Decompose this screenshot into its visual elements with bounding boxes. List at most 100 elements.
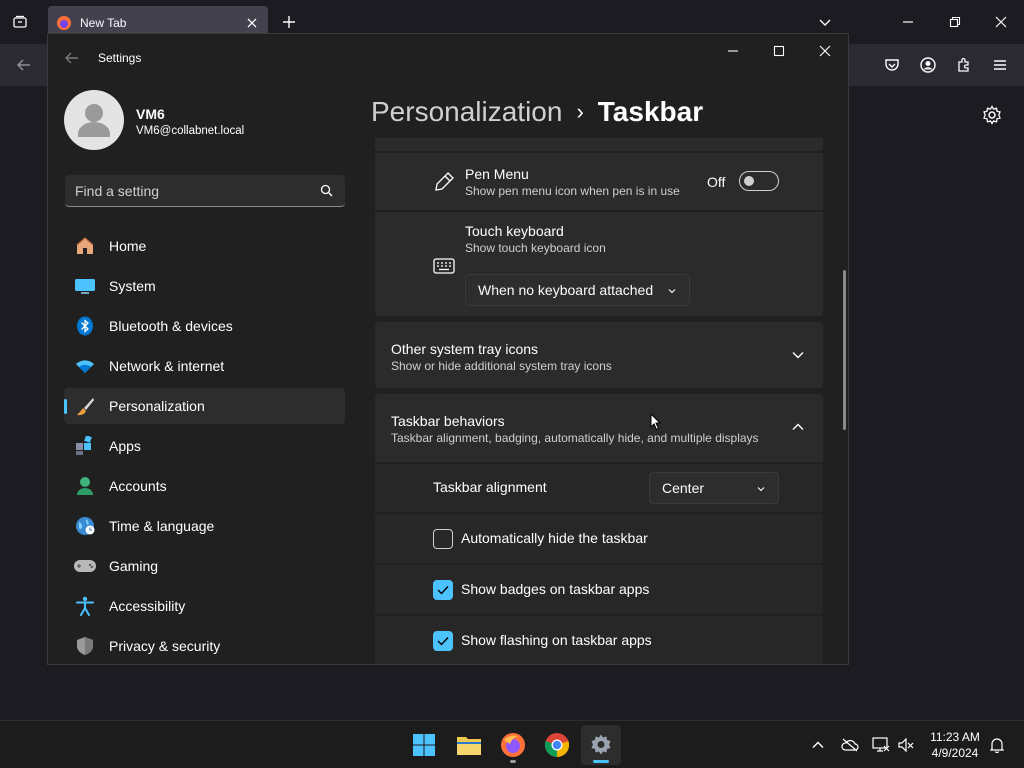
chrome-icon: [544, 733, 570, 758]
taskbar-file-explorer[interactable]: [449, 725, 489, 765]
start-button[interactable]: [404, 725, 444, 765]
browser-restore-button[interactable]: [943, 10, 967, 34]
taskbar-alignment-label: Taskbar alignment: [433, 479, 547, 495]
sidebar-item-label: Network & internet: [109, 358, 225, 374]
touch-keyboard-dropdown[interactable]: When no keyboard attached: [465, 274, 690, 306]
taskbar-firefox[interactable]: [493, 725, 533, 765]
search-icon[interactable]: [320, 184, 333, 197]
pocket-button[interactable]: [880, 53, 904, 77]
behaviors-title: Taskbar behaviors: [391, 413, 505, 429]
maximize-button[interactable]: [756, 36, 802, 66]
extensions-button[interactable]: [952, 53, 976, 77]
running-indicator: [510, 760, 516, 763]
touch-keyboard-value: When no keyboard attached: [478, 282, 654, 298]
badges-checkbox[interactable]: [433, 580, 453, 600]
firefox-icon: [501, 733, 525, 757]
browser-close-button[interactable]: [989, 10, 1013, 34]
other-tray-subtitle: Show or hide additional system tray icon…: [391, 359, 612, 373]
list-all-tabs-button[interactable]: [813, 10, 837, 34]
back-button[interactable]: [12, 53, 36, 77]
close-button[interactable]: [802, 36, 848, 66]
profile-name: VM6: [136, 106, 165, 122]
badges-label: Show badges on taskbar apps: [461, 581, 650, 597]
sidebar-item-label: Privacy & security: [109, 638, 221, 654]
previous-card-edge: [375, 138, 823, 151]
wifi-icon: [74, 355, 96, 377]
sidebar-nav: Home System Bluetooth & devices Network …: [64, 228, 345, 664]
hamburger-menu-icon: [994, 60, 1006, 70]
search-box[interactable]: [65, 175, 345, 207]
touch-keyboard-subtitle: Show touch keyboard icon: [465, 241, 606, 255]
sidebar-item-gaming[interactable]: Gaming: [64, 548, 345, 584]
auto-hide-row: Automatically hide the taskbar: [375, 514, 823, 563]
network-display-icon: [872, 737, 890, 752]
show-hidden-icons-button[interactable]: [808, 735, 828, 755]
accessibility-icon: [74, 595, 96, 617]
cloud-offline-icon: [841, 738, 859, 752]
chevron-down-icon[interactable]: [791, 350, 805, 360]
other-tray-title: Other system tray icons: [391, 341, 539, 357]
gear-icon: [983, 105, 1001, 125]
settings-back-icon[interactable]: [64, 50, 80, 66]
taskbar-alignment-dropdown[interactable]: Center: [649, 472, 779, 504]
minimize-button[interactable]: [710, 36, 756, 66]
taskbar-settings[interactable]: [581, 725, 621, 765]
sidebar-item-accessibility[interactable]: Accessibility: [64, 588, 345, 624]
pen-menu-toggle[interactable]: [739, 171, 779, 191]
clock-date: 4/9/2024: [931, 746, 979, 760]
taskbar-chrome[interactable]: [537, 725, 577, 765]
breadcrumb-parent[interactable]: Personalization: [371, 96, 562, 128]
bluetooth-icon: [74, 315, 96, 337]
chevron-up-icon[interactable]: [791, 422, 805, 432]
checkmark-icon: [437, 637, 449, 646]
tray-volume[interactable]: [896, 735, 916, 755]
auto-hide-checkbox[interactable]: [433, 529, 453, 549]
auto-hide-label: Automatically hide the taskbar: [461, 530, 648, 546]
sidebar-item-system[interactable]: System: [64, 268, 345, 304]
sidebar-item-apps[interactable]: Apps: [64, 428, 345, 464]
sidebar-item-home[interactable]: Home: [64, 228, 345, 264]
pen-menu-subtitle: Show pen menu icon when pen is in use: [465, 184, 680, 198]
account-button[interactable]: [916, 53, 940, 77]
search-input[interactable]: [75, 175, 311, 206]
puzzle-icon: [958, 57, 969, 72]
sidebar-item-personalization[interactable]: Personalization: [64, 388, 345, 424]
restore-icon: [949, 16, 961, 28]
notifications-button[interactable]: [987, 735, 1007, 755]
pen-menu-row: Pen Menu Show pen menu icon when pen is …: [375, 153, 823, 210]
home-icon: [74, 235, 96, 257]
account-icon: [920, 57, 936, 73]
tray-onedrive[interactable]: [840, 735, 860, 755]
title-bar: Settings: [48, 34, 848, 82]
menu-button[interactable]: [988, 53, 1012, 77]
chevron-down-icon: [756, 484, 766, 494]
arrow-left-icon: [16, 59, 30, 71]
new-tab-button[interactable]: [277, 10, 301, 34]
touch-keyboard-title: Touch keyboard: [465, 223, 564, 239]
clock[interactable]: 11:23 AM 4/9/2024: [922, 729, 988, 761]
flashing-checkbox[interactable]: [433, 631, 453, 651]
settings-content: Pen Menu Show pen menu icon when pen is …: [375, 138, 823, 664]
content-scrollbar[interactable]: [843, 270, 846, 430]
sidebar-item-label: Personalization: [109, 398, 205, 414]
brush-icon: [74, 395, 96, 417]
sidebar-item-accounts[interactable]: Accounts: [64, 468, 345, 504]
maximize-icon: [773, 45, 785, 57]
sidebar-item-time-language[interactable]: Time & language: [64, 508, 345, 544]
newtab-settings-button[interactable]: [982, 105, 1002, 125]
browser-minimize-button[interactable]: [896, 10, 920, 34]
other-tray-icons-card[interactable]: Other system tray icons Show or hide add…: [375, 322, 823, 388]
sidebar-item-bluetooth[interactable]: Bluetooth & devices: [64, 308, 345, 344]
tab-list-button[interactable]: [8, 10, 32, 34]
breadcrumb: Personalization › Taskbar: [371, 92, 703, 132]
sidebar-item-network[interactable]: Network & internet: [64, 348, 345, 384]
user-profile[interactable]: VM6 VM6@collabnet.local: [64, 90, 364, 152]
tray-network[interactable]: [871, 735, 891, 755]
pen-icon: [433, 171, 455, 193]
pen-menu-title: Pen Menu: [465, 166, 529, 182]
taskbar-behaviors-header[interactable]: Taskbar behaviors Taskbar alignment, bad…: [375, 394, 823, 462]
sidebar-item-label: Accounts: [109, 478, 167, 494]
tab-close-icon[interactable]: [246, 17, 258, 29]
sidebar-item-privacy-security[interactable]: Privacy & security: [64, 628, 345, 664]
keyboard-icon: [433, 258, 455, 274]
